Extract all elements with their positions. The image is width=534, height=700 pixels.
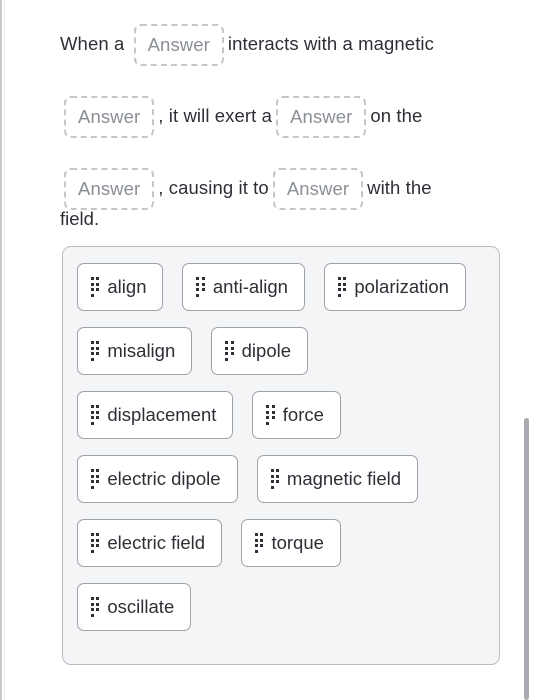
word-chip-label: electric field	[107, 531, 206, 553]
vertical-scrollbar-track[interactable]	[520, 0, 534, 700]
question-text-2: interacts with a magnetic	[227, 33, 434, 54]
word-chip-label: misalign	[107, 339, 176, 361]
viewport-left-edge-inner	[4, 0, 5, 700]
word-bank-row: align anti-align polarization	[77, 263, 485, 311]
drag-handle-icon[interactable]	[225, 341, 234, 361]
question-text-5: , causing it to	[158, 177, 269, 198]
word-bank-row: misalign dipole	[77, 327, 485, 375]
drag-handle-icon[interactable]	[91, 469, 100, 489]
viewport-left-edge	[0, 0, 2, 700]
question-page: When a Answer interacts with a magneticAn…	[0, 0, 534, 700]
drag-handle-icon[interactable]	[270, 469, 279, 489]
question-text-6: with the	[367, 177, 432, 198]
answer-blank-4[interactable]: Answer	[64, 168, 155, 211]
vertical-scrollbar-thumb[interactable]	[524, 418, 529, 700]
answer-blank-2[interactable]: Answer	[64, 96, 155, 139]
word-chip-label: magnetic field	[286, 467, 402, 489]
word-chip-misalign[interactable]: misalign	[77, 327, 193, 375]
word-chip-label: polarization	[354, 275, 449, 297]
drag-handle-icon[interactable]	[255, 533, 264, 553]
word-chip-label: align	[107, 275, 147, 297]
word-chip-align[interactable]: align	[77, 263, 164, 311]
word-chip-magnetic-field[interactable]: magnetic field	[256, 455, 419, 503]
word-chip-electric-dipole[interactable]: electric dipole	[77, 455, 238, 503]
word-bank-row: electric field torque	[77, 519, 485, 567]
drag-handle-icon[interactable]	[91, 533, 100, 553]
word-chip-anti-align[interactable]: anti-align	[182, 263, 305, 311]
word-chip-force[interactable]: force	[252, 391, 341, 439]
question-sentence: When a Answer interacts with a magneticAn…	[60, 8, 492, 224]
word-chip-label: torque	[271, 531, 324, 553]
question-text-1: When a	[60, 33, 130, 54]
word-bank-row: displacement force	[77, 391, 485, 439]
word-bank-row: oscillate	[77, 583, 485, 631]
word-chip-electric-field[interactable]: electric field	[77, 519, 223, 567]
word-chip-polarization[interactable]: polarization	[323, 263, 466, 311]
word-chip-torque[interactable]: torque	[241, 519, 341, 567]
answer-blank-1[interactable]: Answer	[133, 24, 224, 67]
question-text-3: , it will exert a	[158, 105, 273, 126]
drag-handle-icon[interactable]	[196, 277, 205, 297]
word-chip-oscillate[interactable]: oscillate	[77, 583, 192, 631]
word-chip-displacement[interactable]: displacement	[77, 391, 234, 439]
drag-handle-icon[interactable]	[91, 277, 100, 297]
question-text-4: on the	[370, 105, 423, 126]
word-chip-label: electric dipole	[107, 467, 221, 489]
word-chip-dipole[interactable]: dipole	[211, 327, 309, 375]
word-chip-label: dipole	[241, 339, 292, 361]
drag-handle-icon[interactable]	[266, 405, 275, 425]
answer-blank-5[interactable]: Answer	[272, 168, 364, 211]
drag-handle-icon[interactable]	[91, 341, 100, 361]
question-text-tail: field.	[60, 208, 100, 229]
drag-handle-icon[interactable]	[337, 277, 347, 297]
drag-handle-icon[interactable]	[91, 405, 100, 425]
word-chip-label: displacement	[107, 403, 217, 425]
answer-blank-3[interactable]: Answer	[276, 96, 367, 139]
drag-handle-icon[interactable]	[91, 597, 100, 617]
word-chip-label: oscillate	[107, 595, 175, 617]
word-chip-label: force	[282, 403, 324, 425]
word-chip-label: anti-align	[212, 275, 288, 297]
word-bank-panel: align anti-align polarization misalign d…	[62, 246, 500, 665]
word-bank-row: electric dipole magnetic field	[77, 455, 485, 503]
